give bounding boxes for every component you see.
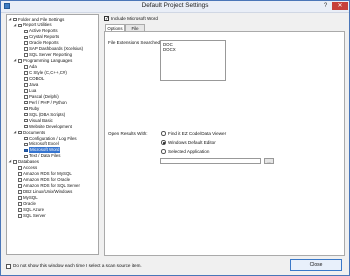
extensions-list[interactable]: DOC DOCX (160, 40, 226, 81)
tree-item-checkbox[interactable] (24, 41, 28, 45)
radio-viewer-label[interactable]: Find it EZ Code/Data Viewer (168, 131, 226, 136)
radio-default-editor-label[interactable]: Windows Default Editor (168, 140, 216, 145)
tree-item-checkbox[interactable] (24, 148, 28, 153)
tree-item-checkbox[interactable] (18, 166, 22, 170)
open-results-label: Open Results With: (108, 131, 148, 136)
tree-item-checkbox[interactable] (24, 136, 28, 141)
tree-item-checkbox[interactable] (18, 59, 22, 63)
options-panel: File Extensions Searched: DOC DOCX Open … (104, 31, 345, 256)
title-bar[interactable]: Default Project Settings ? ✕ (1, 1, 349, 13)
tree-item-checkbox[interactable] (24, 71, 28, 75)
expand-icon[interactable]: ◢ (14, 59, 17, 63)
tree-item-checkbox[interactable] (13, 17, 17, 22)
radio-selected-app-label[interactable]: Selected Application (168, 149, 209, 154)
tree-item-checkbox[interactable] (24, 118, 28, 123)
tree-item-checkbox[interactable] (24, 77, 28, 81)
dialog-window: Default Project Settings ? ✕ ◢ Folder and… (0, 0, 350, 276)
tree-item-checkbox[interactable] (24, 100, 28, 105)
extension-item[interactable]: DOCX (163, 47, 176, 52)
tree-item-checkbox[interactable] (18, 196, 22, 200)
radio-default-editor[interactable] (161, 140, 166, 145)
expand-icon[interactable]: ◢ (9, 160, 12, 164)
browse-button[interactable]: ... (264, 158, 274, 164)
dont-show-label[interactable]: Do not show this window each time I sele… (13, 263, 142, 268)
tree-item-checkbox[interactable] (24, 106, 28, 111)
scan-source-tree[interactable]: ◢ Folder and File Settings ◢ Report Utiliti… (6, 14, 99, 255)
tree-item[interactable]: SQL Server (7, 213, 98, 219)
expand-icon[interactable]: ◢ (9, 17, 12, 21)
include-checkbox[interactable]: ✓ (104, 16, 109, 22)
tree-item-checkbox[interactable] (24, 154, 28, 159)
expand-icon[interactable]: ◢ (14, 130, 17, 134)
tree-item-checkbox[interactable] (24, 47, 28, 51)
tree-item-checkbox[interactable] (24, 35, 28, 40)
include-label: Include Microsoft Word (111, 15, 158, 21)
tree-item-checkbox[interactable] (18, 208, 22, 212)
tree-item-checkbox[interactable] (18, 130, 22, 135)
help-button[interactable]: ? (320, 2, 331, 10)
tree-item-checkbox[interactable] (24, 142, 28, 147)
tab-file-filter[interactable]: File Filter (125, 24, 145, 38)
radio-viewer[interactable] (161, 131, 166, 136)
extensions-label: File Extensions Searched: (108, 40, 162, 45)
tree-item-checkbox[interactable] (18, 23, 22, 28)
tree-item-checkbox[interactable] (24, 29, 28, 34)
expand-icon[interactable]: ◢ (14, 23, 17, 27)
tree-item-checkbox[interactable] (18, 214, 22, 218)
tree-item-checkbox[interactable] (24, 124, 28, 129)
settings-area: ✓ Include Microsoft Word Options File Fi… (102, 14, 345, 256)
window-close-button[interactable]: ✕ (332, 2, 348, 10)
tree-item-checkbox[interactable] (24, 65, 28, 69)
tree-item-checkbox[interactable] (18, 202, 22, 206)
close-button[interactable]: Close (290, 259, 342, 271)
radio-selected-app[interactable] (161, 149, 166, 154)
tree-item-checkbox[interactable] (18, 172, 22, 176)
tree-item-checkbox[interactable] (24, 83, 28, 87)
tree-item-checkbox[interactable] (18, 178, 22, 182)
dont-show-checkbox[interactable] (6, 264, 11, 269)
tree-item-label[interactable]: SQL Server (23, 213, 46, 219)
window-title: Default Project Settings (141, 2, 209, 9)
application-path-input[interactable] (160, 158, 261, 164)
tree-item-checkbox[interactable] (18, 190, 22, 194)
tree-item-checkbox[interactable] (24, 112, 28, 117)
tree-item-checkbox[interactable] (24, 95, 28, 99)
tree-item-checkbox[interactable] (18, 184, 22, 188)
tree-item-checkbox[interactable] (13, 160, 17, 164)
tree-item-checkbox[interactable] (24, 53, 28, 57)
tree-item-checkbox[interactable] (24, 89, 28, 93)
